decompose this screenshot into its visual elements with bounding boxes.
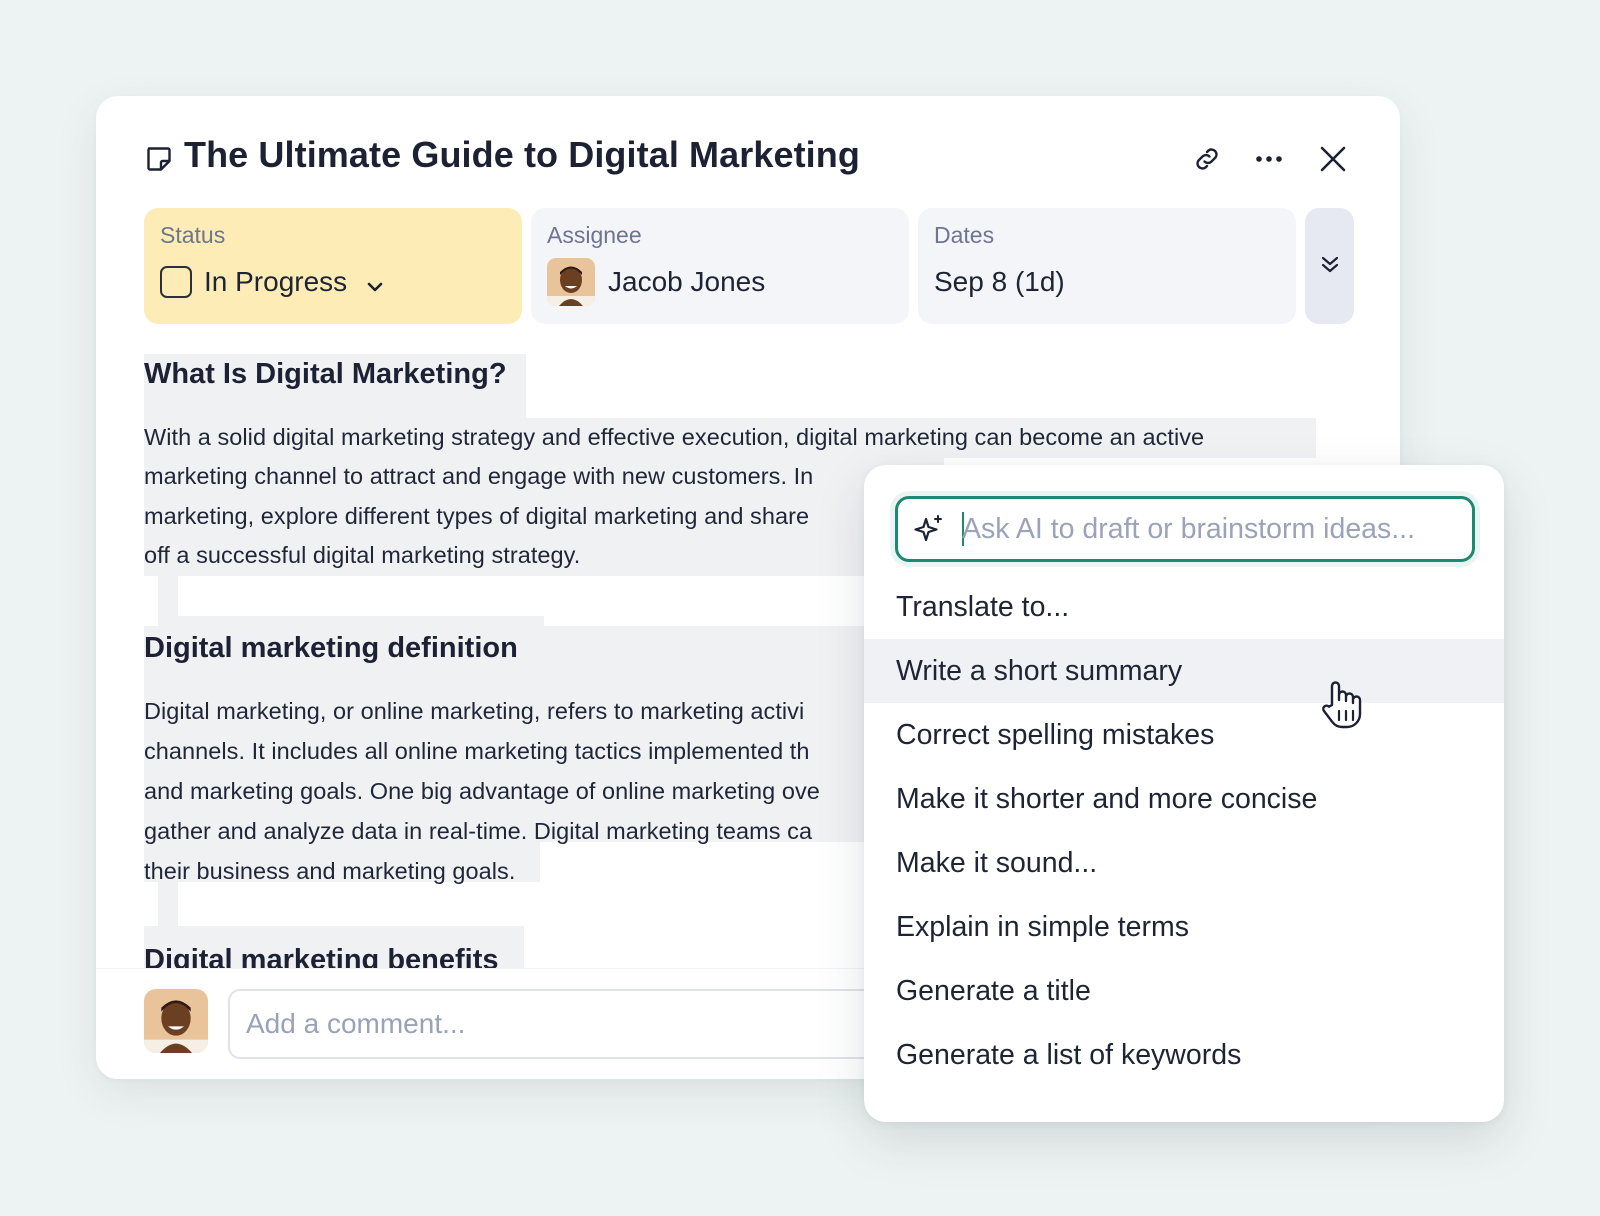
status-label: Status [160,222,226,248]
assignee-name: Jacob Jones [608,266,766,297]
close-icon[interactable] [1314,140,1352,178]
status-text: In Progress [204,266,348,297]
paragraph-line: off a successful digital marketing strat… [144,542,581,568]
heading-what-is: What Is Digital Marketing? [144,358,507,390]
assignee-field[interactable]: Assignee Jacob Jones [531,208,909,324]
status-field[interactable]: Status In Progress [144,208,522,324]
heading-benefits: Digital marketing benefits [144,944,499,968]
heading-definition: Digital marketing definition [144,632,518,664]
menu-item-translate[interactable]: Translate to... [864,575,1504,639]
assignee-label: Assignee [547,222,642,248]
paragraph-line: gather and analyze data in real-time. Di… [144,818,813,844]
paragraph-line: Digital marketing, or online marketing, … [144,698,805,724]
paragraph-line: marketing channel to attract and engage … [144,463,814,489]
ai-menu: Translate to... Write a short summary Co… [864,465,1504,1122]
selection-highlight [158,882,178,926]
paragraph-line: and marketing goals. One big advantage o… [144,778,820,804]
selection-highlight [158,576,178,616]
menu-item-keywords[interactable]: Generate a list of keywords [864,1023,1504,1087]
ai-prompt-input[interactable] [962,499,1462,559]
dates-label: Dates [934,222,995,248]
menu-item-summary[interactable]: Write a short summary [864,639,1504,703]
checkbox-icon[interactable] [160,266,192,298]
card-header: The Ultimate Guide to Digital Marketing [144,130,1352,186]
ai-menu-list: Translate to... Write a short summary Co… [864,575,1504,1087]
link-icon[interactable] [1188,140,1226,178]
paragraph-line: With a solid digital marketing strategy … [144,424,1205,450]
doc-icon [144,144,174,174]
dates-value[interactable]: Sep 8 (1d) [934,266,1065,298]
status-value[interactable]: In Progress [160,266,385,298]
task-fields: Status In Progress Assignee Jacob Jones … [144,208,1354,324]
menu-item-title[interactable]: Generate a title [864,959,1504,1023]
menu-item-spelling[interactable]: Correct spelling mistakes [864,703,1504,767]
double-chevron-down-icon [1318,252,1342,281]
avatar [144,989,208,1053]
assignee-value[interactable]: Jacob Jones [547,258,765,306]
menu-item-shorter[interactable]: Make it shorter and more concise [864,767,1504,831]
paragraph-line: their business and marketing goals. [144,858,516,884]
expand-fields-button[interactable] [1305,208,1354,324]
paragraph-line: channels. It includes all online marketi… [144,738,810,764]
menu-item-tone[interactable]: Make it sound... [864,831,1504,895]
ai-input-wrapper[interactable] [895,496,1475,562]
page-title: The Ultimate Guide to Digital Marketing [184,134,860,175]
paragraph-line: marketing, explore different types of di… [144,503,810,529]
menu-item-explain[interactable]: Explain in simple terms [864,895,1504,959]
dates-field[interactable]: Dates Sep 8 (1d) [918,208,1296,324]
avatar [547,258,595,306]
sparkle-icon [912,513,946,547]
chevron-down-icon[interactable] [365,272,385,292]
more-icon[interactable] [1250,140,1288,178]
